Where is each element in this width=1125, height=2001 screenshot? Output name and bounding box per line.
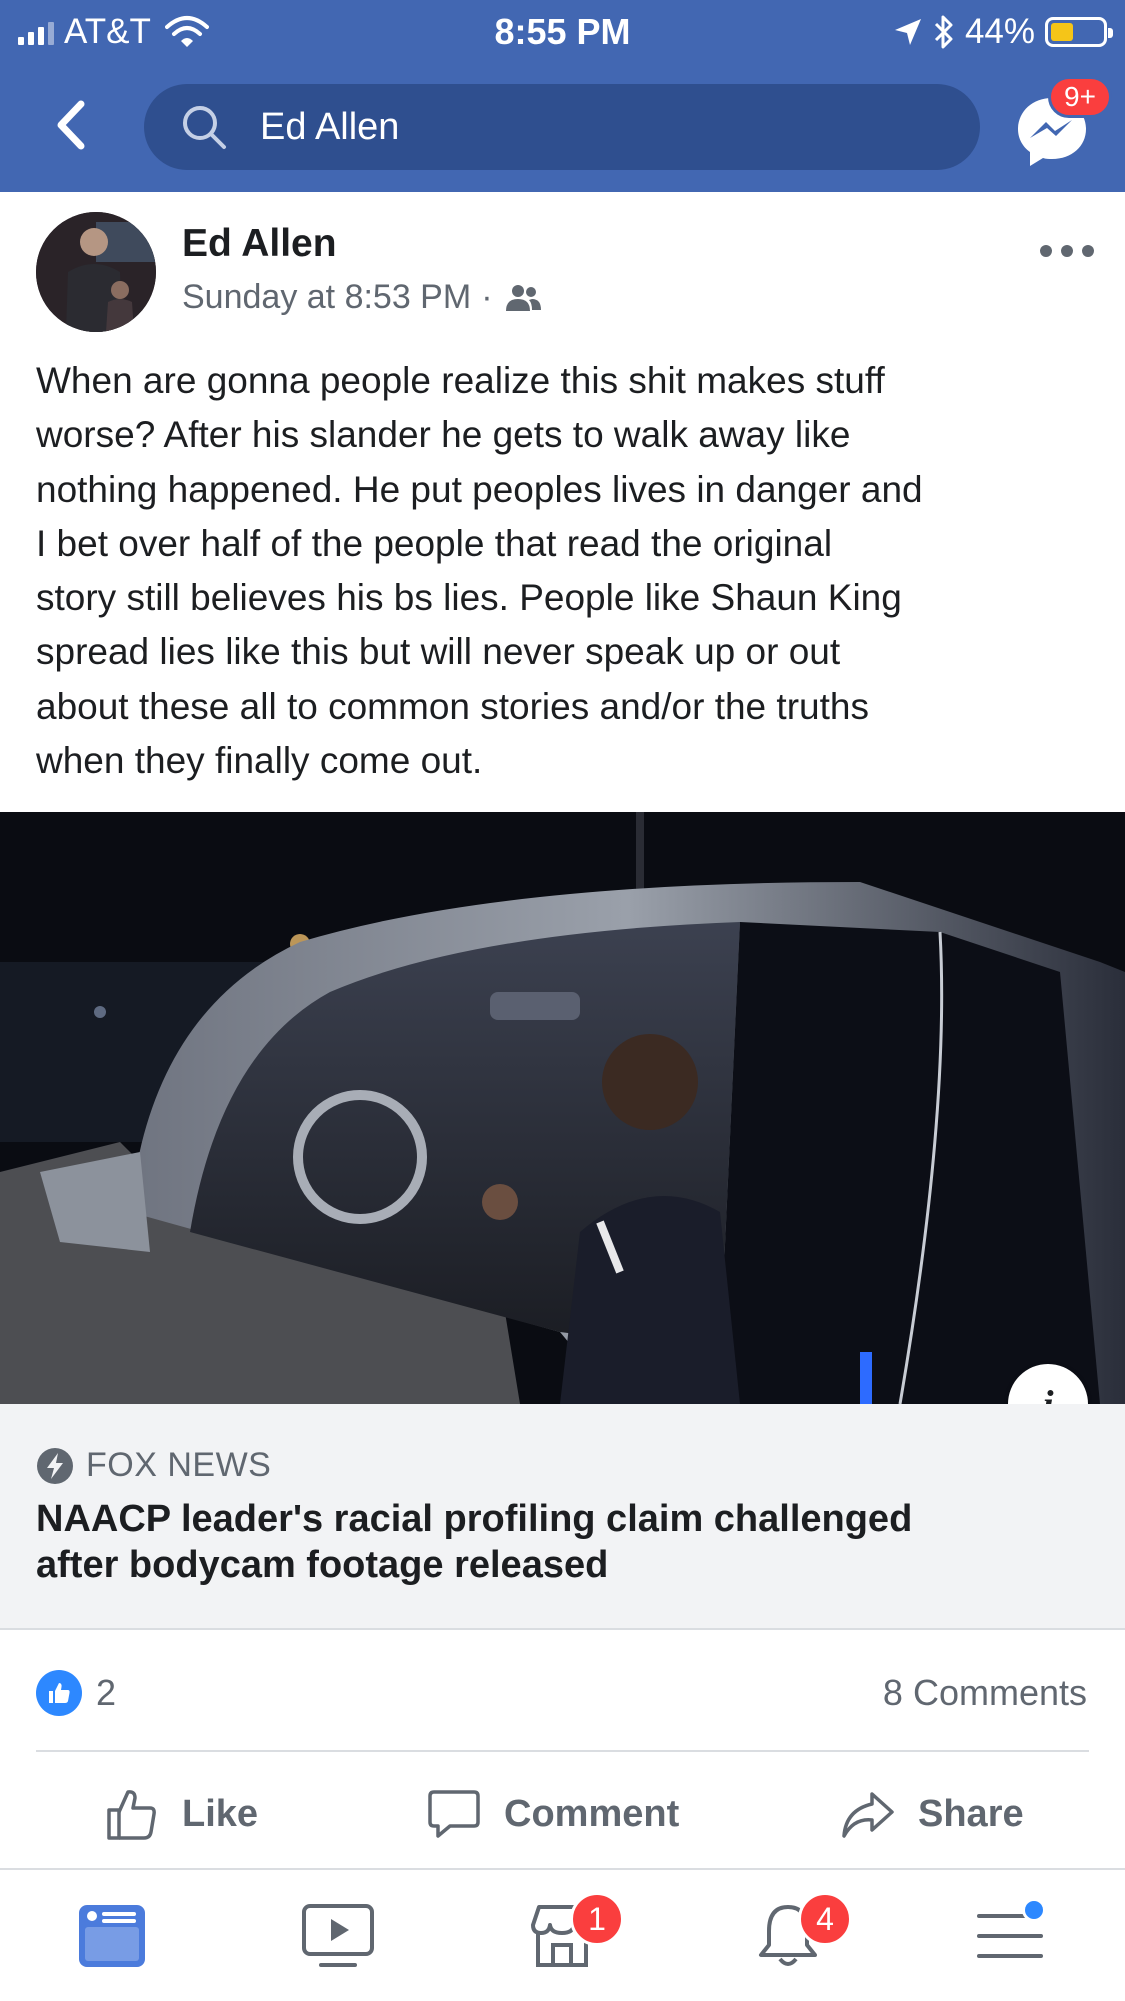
comment-bubble-icon [428, 1790, 480, 1838]
reactions-summary[interactable]: 2 [36, 1670, 116, 1716]
share-arrow-icon [842, 1792, 894, 1838]
post-text: When are gonna people realize this shit … [36, 360, 923, 782]
like-reaction-icon [36, 1670, 82, 1716]
messenger-badge: 9+ [1048, 76, 1112, 118]
search-bar[interactable] [144, 84, 980, 170]
like-button[interactable]: Like [104, 1786, 258, 1842]
instant-article-bolt-icon [37, 1447, 73, 1484]
tab-news-feed[interactable] [72, 1896, 152, 1976]
back-chevron-icon [57, 100, 85, 150]
author-avatar[interactable] [36, 212, 156, 332]
car-photo [0, 812, 1125, 1404]
like-label: Like [182, 1792, 259, 1835]
bluetooth-icon [934, 15, 953, 49]
comment-button[interactable]: Comment [426, 1786, 679, 1842]
share-label: Share [918, 1792, 1024, 1835]
app-header: AT&T 8:55 PM 44% Ed Allen 9+ [0, 0, 1125, 192]
tab-watch[interactable] [298, 1896, 378, 1976]
author-name[interactable]: Ed Allen [182, 222, 337, 266]
comment-label: Comment [504, 1792, 680, 1835]
back-button[interactable] [40, 92, 100, 158]
news-feed-icon [79, 1905, 145, 1967]
link-headline[interactable]: NAACP leader's racial profiling claim ch… [36, 1496, 1086, 1588]
thumbs-up-icon [107, 1790, 156, 1840]
link-preview-image[interactable] [0, 812, 1125, 1404]
reaction-count: 2 [96, 1672, 117, 1713]
post-meta: Sunday at 8:53 PM · [182, 278, 543, 317]
status-bar: AT&T 8:55 PM 44% [0, 0, 1125, 62]
menu-notification-dot [1022, 1898, 1046, 1922]
battery-percent: 44% [964, 12, 1035, 51]
meta-separator: · [481, 278, 493, 316]
battery-icon [1045, 17, 1113, 47]
divider [36, 1750, 1089, 1752]
comments-count[interactable]: 8 Comments [883, 1672, 1087, 1714]
link-headline-text: NAACP leader's racial profiling claim ch… [36, 1498, 913, 1586]
battery-fill [1051, 23, 1073, 41]
search-icon [183, 106, 226, 149]
share-button[interactable]: Share [840, 1786, 1024, 1842]
more-options-icon[interactable] [1040, 236, 1094, 266]
marketplace-badge: 1 [570, 1892, 624, 1946]
watch-icon [302, 1904, 374, 1967]
post-timestamp[interactable]: Sunday at 8:53 PM [182, 278, 471, 317]
notifications-badge: 4 [798, 1892, 852, 1946]
link-source: FOX NEWS [36, 1446, 271, 1485]
avatar-photo [36, 212, 156, 332]
location-arrow-icon [894, 19, 921, 45]
friends-icon[interactable] [503, 283, 543, 313]
status-right: 44% [893, 10, 1113, 54]
search-input[interactable] [260, 105, 960, 149]
tab-bar-divider [0, 1868, 1125, 1870]
link-source-name: FOX NEWS [86, 1446, 272, 1484]
